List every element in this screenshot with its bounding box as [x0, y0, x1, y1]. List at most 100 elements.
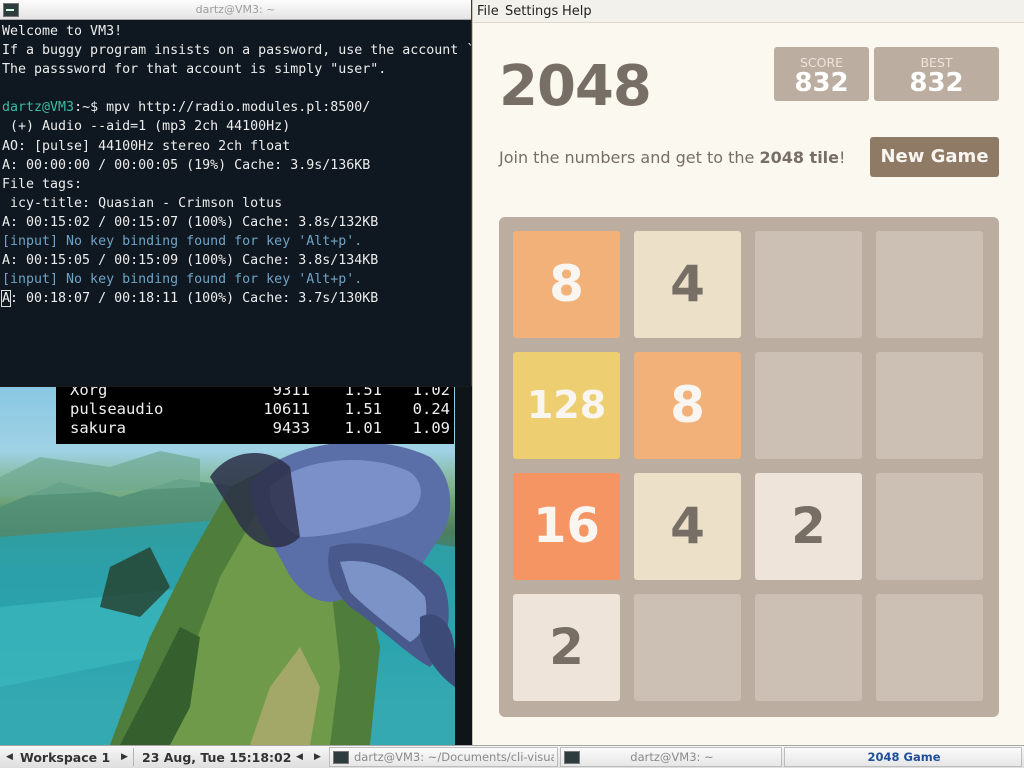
terminal-line: File tags: [2, 175, 471, 194]
output-text: (+) Audio --aid=1 (mp3 2ch 44100Hz) [2, 119, 291, 135]
output-text: Welcome to VM3! [2, 24, 123, 39]
empty-cell [755, 231, 862, 338]
task-label: dartz@VM3: ~ [630, 750, 714, 764]
terminal-icon [333, 751, 349, 764]
terminal-line: The passsword for that account is simply… [2, 60, 471, 79]
task-next-arrow-icon[interactable]: ▶ [314, 752, 321, 762]
output-text: File tags: [2, 176, 83, 192]
empty-cell [634, 594, 741, 701]
empty-cell [755, 594, 862, 701]
process-pid: 10611 [263, 400, 310, 418]
process-pid: 9433 [272, 419, 310, 437]
empty-cell [876, 594, 983, 701]
process-name: Xorg [70, 387, 108, 399]
terminal-line: [input] No key binding found for key 'Al… [2, 232, 471, 251]
info-message: [input] No key binding found for key 'Al… [2, 234, 363, 250]
video-window[interactable]: Xorg 9311 1.51 1.02 pulseaudio 10611 1.51 0.24 s… [0, 387, 455, 745]
output-text: The passsword for that account is simply… [2, 62, 387, 78]
task-button-terminal-cli-visualize[interactable]: dartz@VM3: ~/Documents/cli-visualize [329, 747, 558, 767]
terminal-line: icy-title: Quasian - Crimson lotus [2, 194, 471, 213]
tile-2: 2 [755, 473, 862, 580]
process-row: pulseaudio 10611 1.51 0.24 [56, 400, 454, 419]
tile-2: 2 [513, 594, 620, 701]
game-window[interactable]: File Settings Help 2048 SCORE 832 BEST 8… [472, 0, 1024, 745]
game-intro: Join the numbers and get to the 2048 til… [499, 148, 845, 167]
terminal-title: dartz@VM3: ~ [195, 3, 276, 16]
process-cpu: 1.01 [344, 419, 382, 437]
best-value: 832 [909, 68, 964, 98]
process-monitor: Xorg 9311 1.51 1.02 pulseaudio 10611 1.51 0.24 s… [56, 387, 454, 444]
output-text: AO: [pulse] 44100Hz stereo 2ch float [2, 138, 291, 154]
process-name: sakura [70, 419, 126, 437]
tile-16: 16 [513, 473, 620, 580]
workspace-next-arrow-icon[interactable]: ▶ [121, 752, 128, 762]
new-game-button[interactable]: New Game [870, 137, 999, 177]
tile-8: 8 [634, 352, 741, 459]
terminal-line: (+) Audio --aid=1 (mp3 2ch 44100Hz) [2, 117, 471, 136]
menu-bar: File Settings Help [473, 0, 1024, 23]
game-board[interactable]: 8 4 128 8 16 4 2 2 [499, 217, 999, 717]
output-text: If a buggy program insists on a password… [2, 43, 471, 59]
menu-settings[interactable]: Settings [505, 4, 558, 19]
output-text: icy-title: Quasian - Crimson lotus [2, 195, 283, 211]
process-cpu: 1.51 [344, 387, 382, 399]
status-text: : 00:18:07 / 00:18:11 (100%) Cache: 3.7s… [10, 291, 379, 307]
workspace-switcher[interactable]: Workspace 1 [20, 750, 110, 765]
menu-file[interactable]: File [477, 4, 499, 19]
process-pid: 9311 [272, 387, 310, 399]
terminal-line: A: 00:18:07 / 00:18:11 (100%) Cache: 3.7… [0, 289, 471, 308]
best-box: BEST 832 [874, 47, 999, 101]
empty-cell [876, 473, 983, 580]
tile-4: 4 [634, 473, 741, 580]
clock: 23 Aug, Tue 15:18:02 [142, 750, 292, 765]
intro-goal: 2048 tile [759, 148, 840, 167]
taskbar-separator [133, 748, 134, 766]
process-mem: 1.02 [412, 387, 450, 399]
task-prev-arrow-icon[interactable]: ◀ [296, 752, 303, 762]
terminal-line: A: 00:15:05 / 00:15:09 (100%) Cache: 3.8… [2, 251, 471, 270]
task-button-2048-game[interactable]: 2048 Game [784, 747, 1022, 767]
process-cpu: 1.51 [344, 400, 382, 418]
tile-4: 4 [634, 231, 741, 338]
process-name: pulseaudio [70, 400, 164, 418]
prompt-command: :~$ mpv http://radio.modules.pl:8500/ [74, 100, 371, 116]
terminal-line: Welcome to VM3! [2, 22, 471, 41]
output-text: A: 00:15:02 / 00:15:07 (100%) Cache: 3.8… [2, 214, 379, 230]
process-row: sakura 9433 1.01 1.09 [56, 419, 454, 438]
empty-cell [876, 231, 983, 338]
workspace-prev-arrow-icon[interactable]: ◀ [6, 752, 13, 762]
terminal-titlebar[interactable]: dartz@VM3: ~ [0, 0, 471, 20]
info-message: [input] No key binding found for key 'Al… [2, 272, 363, 288]
task-label: 2048 Game [867, 750, 941, 764]
intro-suffix: ! [839, 148, 846, 167]
output-text: A: 00:15:05 / 00:15:09 (100%) Cache: 3.8… [2, 253, 379, 269]
score-box: SCORE 832 [774, 47, 869, 101]
terminal-line: A: 00:15:02 / 00:15:07 (100%) Cache: 3.8… [2, 213, 471, 232]
terminal-line: [input] No key binding found for key 'Al… [2, 270, 471, 289]
terminal-cursor: A [0, 290, 12, 308]
video-scrollbar[interactable] [455, 387, 472, 745]
terminal-window[interactable]: dartz@VM3: ~ Welcome to VM3! If a buggy p… [0, 0, 472, 386]
terminal-line: dartz@VM3:~$ mpv http://radio.modules.pl… [2, 98, 471, 117]
tile-128: 128 [513, 352, 620, 459]
task-button-terminal-home[interactable]: dartz@VM3: ~ [560, 747, 782, 767]
score-value: 832 [794, 68, 849, 98]
empty-cell [876, 352, 983, 459]
terminal-line: If a buggy program insists on a password… [2, 41, 471, 60]
prompt-user: dartz@VM3 [2, 100, 75, 116]
output-text: A: 00:00:00 / 00:00:05 (19%) Cache: 3.9s… [2, 157, 371, 173]
process-mem: 1.09 [412, 419, 450, 437]
tile-8: 8 [513, 231, 620, 338]
menu-help[interactable]: Help [562, 4, 592, 19]
terminal-output[interactable]: Welcome to VM3! If a buggy program insist… [0, 20, 471, 386]
game-title: 2048 [499, 54, 652, 119]
task-label: dartz@VM3: ~/Documents/cli-visualize [354, 750, 554, 764]
intro-text: Join the numbers and get to the [499, 148, 760, 167]
empty-cell [755, 352, 862, 459]
process-row: Xorg 9311 1.51 1.02 [56, 387, 454, 400]
taskbar: ◀ Workspace 1 ▶ 23 Aug, Tue 15:18:02 ◀ ▶… [0, 745, 1024, 768]
terminal-line: A: 00:00:00 / 00:00:05 (19%) Cache: 3.9s… [2, 156, 471, 175]
terminal-line: AO: [pulse] 44100Hz stereo 2ch float [2, 137, 471, 156]
process-mem: 0.24 [412, 400, 450, 418]
